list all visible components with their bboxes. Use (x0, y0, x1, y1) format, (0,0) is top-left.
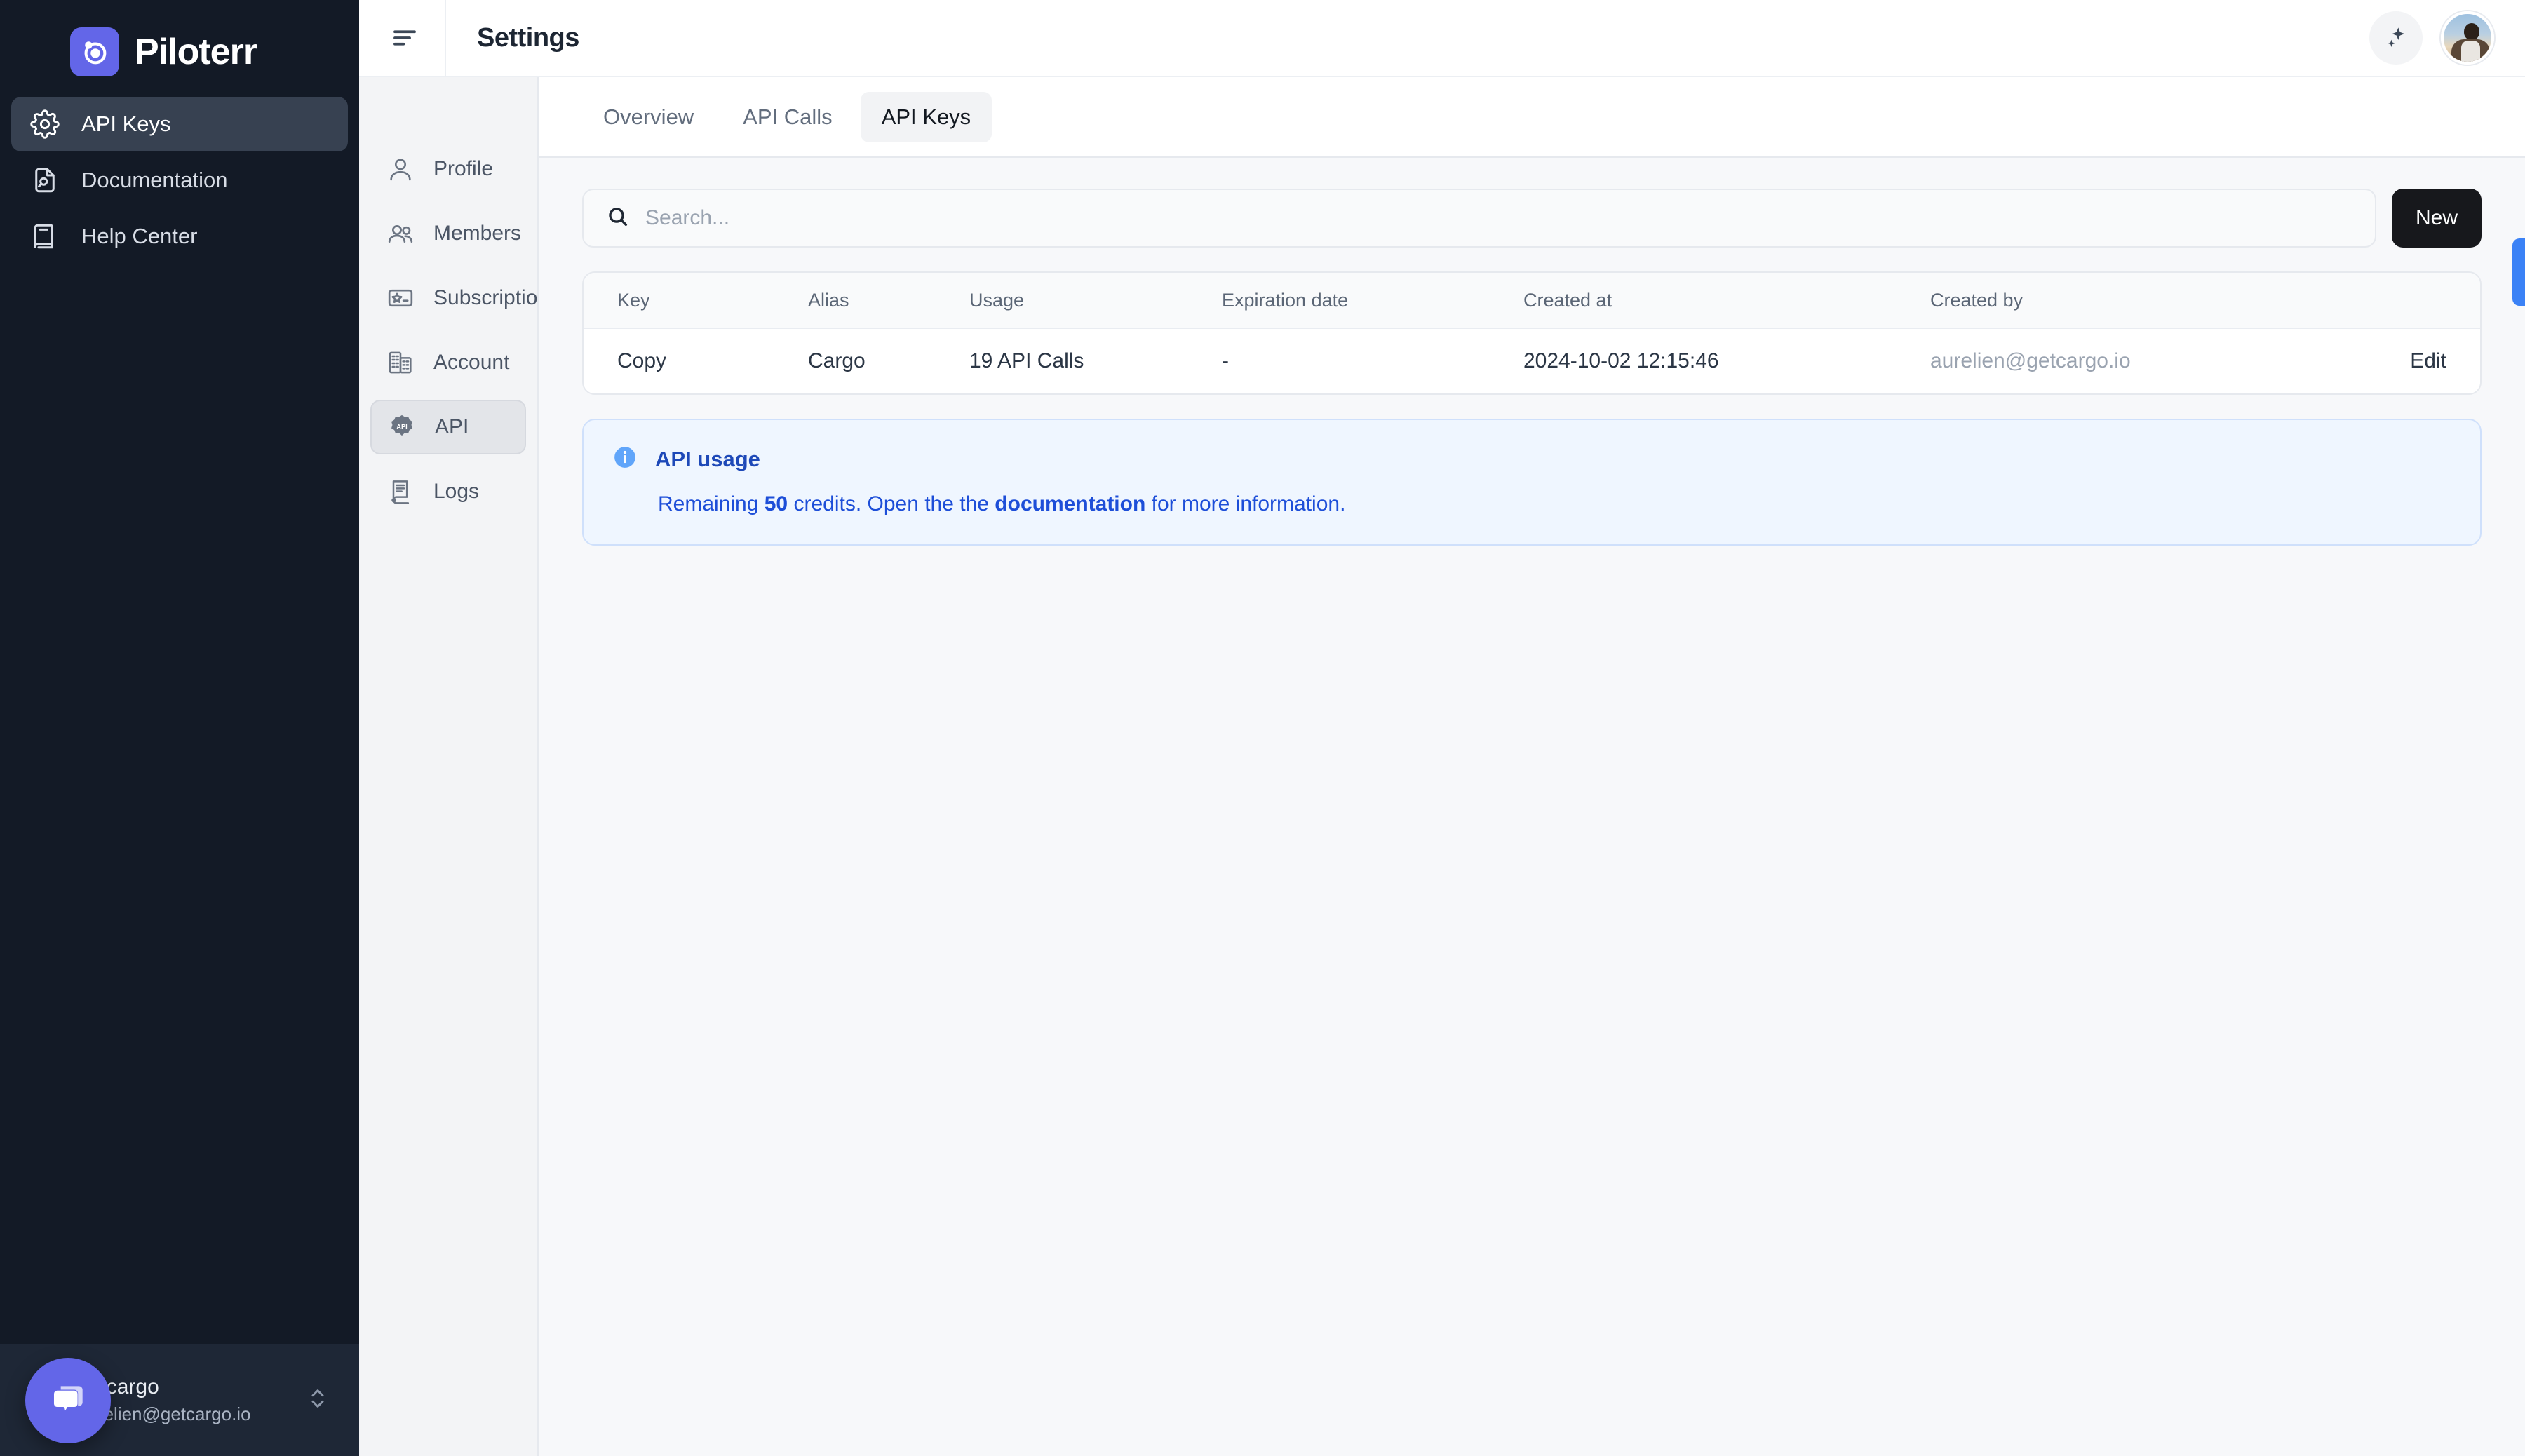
documentation-link[interactable]: documentation (995, 492, 1145, 515)
notice-title: API usage (655, 446, 760, 471)
topbar-divider (445, 0, 446, 76)
sparkles-icon[interactable] (2369, 11, 2423, 65)
copy-key-button[interactable]: Copy (584, 349, 808, 373)
notice-text-middle: credits. Open the the (788, 492, 995, 515)
cell-created-by: aurelien@getcargo.io (1930, 349, 2131, 372)
notice-header: API usage (612, 444, 2452, 474)
notice-text-after: for more information. (1145, 492, 1346, 515)
brand[interactable]: Piloterr (0, 0, 359, 87)
building-icon (386, 348, 415, 377)
sidebar-item-label: Logs (433, 480, 480, 503)
table-row: Copy Cargo 19 API Calls - 2024-10-02 12:… (584, 329, 2480, 393)
sidebar-item-profile[interactable]: Profile (370, 142, 526, 196)
sidebar-item-label: Help Center (81, 224, 198, 248)
main-sidebar: Piloterr API Keys Documentation Help Cen… (0, 0, 359, 1456)
feedback-tab[interactable] (2512, 238, 2525, 306)
topbar: Settings (359, 0, 2525, 77)
hamburger-menu-icon[interactable] (380, 13, 429, 62)
brand-name: Piloterr (135, 32, 257, 72)
settings-nav: Profile Members Subscription Account API… (359, 77, 549, 1456)
svg-text:API: API (396, 424, 408, 431)
chat-bubble-icon[interactable] (25, 1358, 111, 1443)
app-root: Piloterr API Keys Documentation Help Cen… (0, 0, 2525, 1456)
right-region: Settings Profile Members Subscription Ac… (359, 0, 2525, 1456)
cell-expiration: - (1222, 349, 1229, 372)
sidebar-item-label: Profile (433, 157, 494, 180)
info-icon (612, 444, 638, 474)
book-icon (29, 221, 60, 252)
column-header-key: Key (617, 289, 650, 311)
column-header-alias: Alias (808, 289, 849, 311)
chevron-up-down-icon (306, 1387, 330, 1414)
column-header-created-by: Created by (1930, 289, 2024, 311)
sidebar-item-label: Account (433, 351, 510, 374)
search-row: Search... New (582, 189, 2482, 248)
edit-button[interactable]: Edit (2340, 349, 2480, 373)
tab-api-keys[interactable]: API Keys (860, 91, 992, 142)
tab-bar: Overview API Calls API Keys (539, 77, 2525, 158)
sidebar-nav: API Keys Documentation Help Center (0, 97, 359, 265)
page-title: Settings (477, 22, 579, 53)
new-button[interactable]: New (2391, 189, 2482, 248)
topbar-actions (2369, 11, 2525, 65)
panel-api-keys: Search... New Key Alias Usage Expiration… (539, 158, 2525, 1456)
sidebar-item-label: Members (433, 222, 522, 245)
sidebar-item-documentation[interactable]: Documentation (11, 153, 348, 208)
document-search-icon (29, 165, 60, 196)
sidebar-item-label: API Keys (81, 112, 171, 136)
search-input[interactable]: Search... (582, 189, 2376, 248)
api-keys-table: Key Alias Usage Expiration date Created … (582, 271, 2482, 395)
sidebar-item-api[interactable]: API API (370, 400, 526, 454)
body-wrap: Profile Members Subscription Account API… (359, 77, 2525, 1456)
cell-alias: Cargo (808, 349, 866, 372)
table-header-row: Key Alias Usage Expiration date Created … (584, 273, 2480, 329)
gear-icon (29, 109, 60, 140)
notice-credits: 50 (764, 492, 788, 515)
tab-overview[interactable]: Overview (582, 92, 715, 142)
sidebar-item-subscription[interactable]: Subscription (370, 271, 549, 325)
sidebar-item-help-center[interactable]: Help Center (11, 209, 348, 264)
sidebar-item-members[interactable]: Members (370, 206, 526, 261)
sidebar-item-account[interactable]: Account (370, 335, 526, 390)
sidebar-item-label: API (435, 415, 469, 438)
search-icon (606, 205, 630, 232)
cell-usage: 19 API Calls (969, 349, 1084, 372)
column-header-created-at: Created at (1523, 289, 1612, 311)
column-header-usage: Usage (969, 289, 1025, 311)
avatar[interactable] (2441, 11, 2494, 65)
column-header-expiration: Expiration date (1222, 289, 1349, 311)
sidebar-item-api-keys[interactable]: API Keys (11, 97, 348, 151)
content-column: Overview API Calls API Keys Search... Ne… (539, 77, 2525, 1456)
notice-body: Remaining 50 credits. Open the the docum… (658, 492, 2452, 516)
user-icon (386, 154, 415, 184)
search-placeholder: Search... (645, 206, 730, 229)
sidebar-item-logs[interactable]: Logs (370, 464, 526, 519)
notice-text-before: Remaining (658, 492, 765, 515)
sidebar-item-label: Subscription (433, 286, 550, 309)
api-usage-notice: API usage Remaining 50 credits. Open the… (582, 419, 2482, 546)
scroll-icon (386, 477, 415, 506)
tab-api-calls[interactable]: API Calls (722, 92, 853, 142)
star-card-icon (386, 283, 415, 313)
users-icon (386, 219, 415, 248)
sidebar-item-label: Documentation (81, 168, 228, 192)
cell-created-at: 2024-10-02 12:15:46 (1523, 349, 1719, 372)
piloterr-logo-icon (70, 27, 119, 76)
api-badge-icon: API (387, 412, 417, 442)
